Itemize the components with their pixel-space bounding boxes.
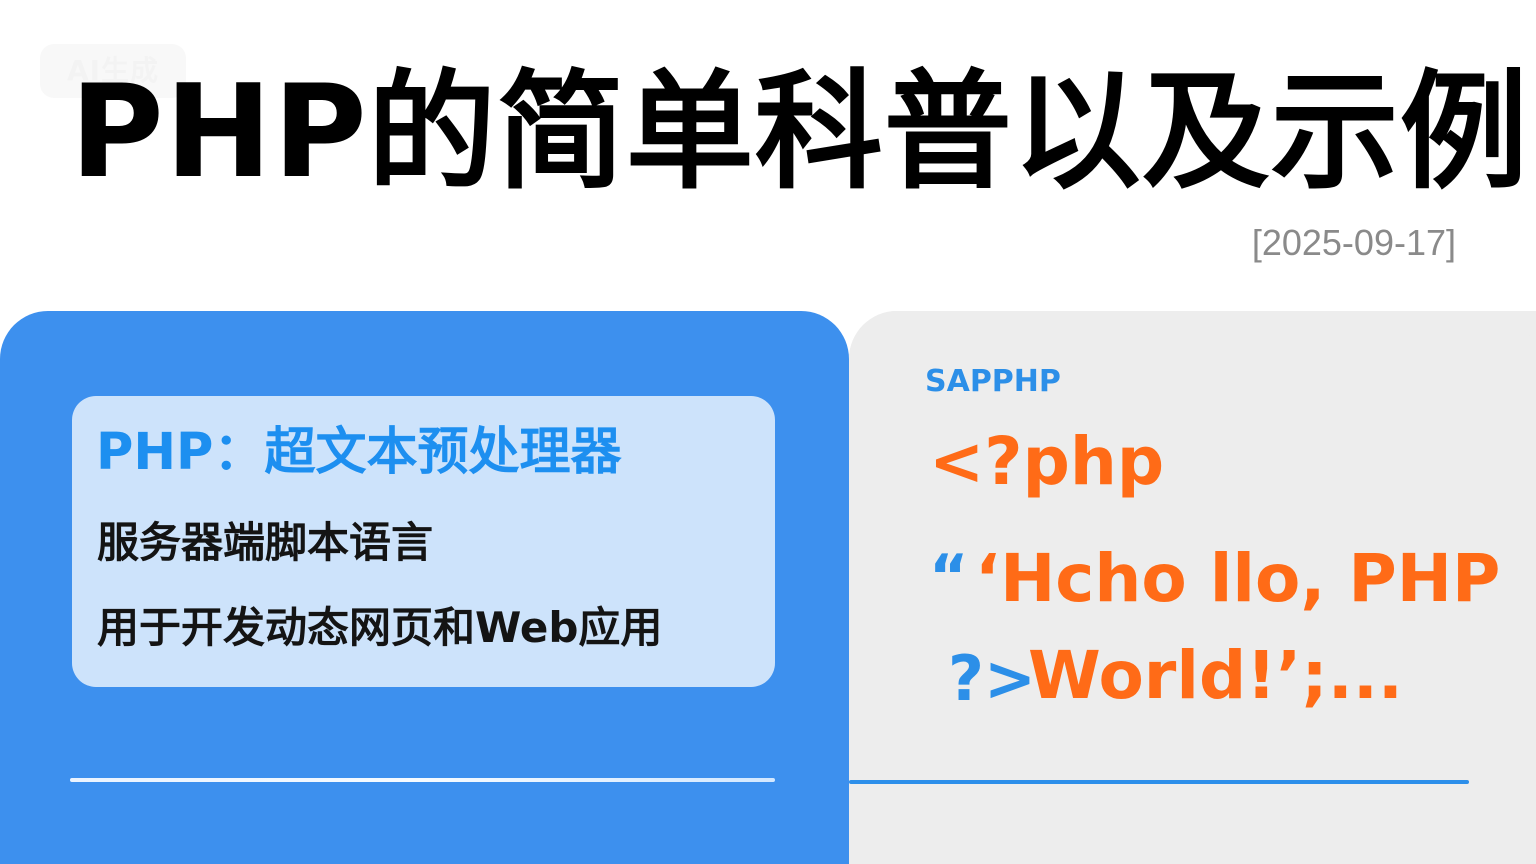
- world-code-text: World!’;...: [1028, 637, 1403, 714]
- web-development-description: 用于开发动态网页和Web应用: [97, 603, 663, 652]
- page: AI生成 PHP的简单科普以及示例 [2025-09-17] PHP：超文本预处…: [0, 0, 1536, 864]
- code-panel-divider: [849, 780, 1469, 784]
- publish-date: [2025-09-17]: [1251, 222, 1456, 263]
- php-close-tag: ?>: [948, 642, 1036, 715]
- blue-panel-divider: [70, 778, 775, 782]
- code-example-label: SAPPHP: [925, 364, 1061, 399]
- hello-code-text: ‘Hcho llo, PHP: [975, 540, 1501, 617]
- opening-quote-mark: “: [929, 542, 969, 612]
- page-title: PHP的简单科普以及示例: [70, 58, 1529, 207]
- php-definition-card: PHP：超文本预处理器 服务器端脚本语言 用于开发动态网页和Web应用: [72, 396, 775, 687]
- php-open-tag: <?php: [929, 423, 1165, 500]
- php-definition-title: PHP：超文本预处理器: [96, 423, 622, 482]
- server-side-description: 服务器端脚本语言: [97, 518, 434, 567]
